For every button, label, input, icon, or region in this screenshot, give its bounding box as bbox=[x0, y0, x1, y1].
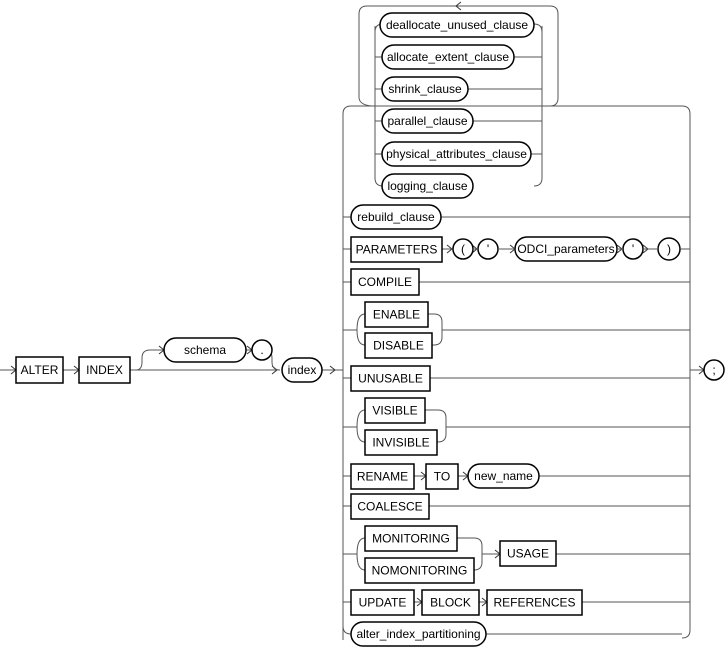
invisible-label: INVISIBLE bbox=[372, 436, 429, 450]
odci-parameters-label: ODCI_parameters bbox=[517, 242, 614, 256]
syntax-diagram: ALTER INDEX schema . index ; deallocate_… bbox=[0, 1, 725, 647]
physical-attributes-label: physical_attributes_clause bbox=[386, 147, 527, 161]
open-paren-label: ( bbox=[461, 242, 465, 256]
usage-label: USAGE bbox=[507, 547, 549, 561]
schema-label: schema bbox=[184, 343, 226, 357]
monitoring-label: MONITORING bbox=[372, 532, 450, 546]
close-quote-label: ' bbox=[632, 242, 634, 256]
to-label: TO bbox=[434, 470, 450, 484]
references-label: REFERENCES bbox=[493, 596, 575, 610]
unusable-label: UNUSABLE bbox=[358, 372, 423, 386]
new-name-label: new_name bbox=[474, 469, 533, 483]
visible-label: VISIBLE bbox=[372, 404, 417, 418]
update-label: UPDATE bbox=[359, 596, 407, 610]
compile-label: COMPILE bbox=[358, 275, 412, 289]
semicolon-label: ; bbox=[712, 363, 715, 377]
parameters-label: PARAMETERS bbox=[356, 243, 438, 257]
alter-index-partitioning-label: alter_index_partitioning bbox=[356, 627, 480, 641]
close-paren-label: ) bbox=[667, 242, 671, 256]
index-label: index bbox=[288, 363, 317, 377]
logging-label: logging_clause bbox=[387, 179, 467, 193]
parallel-label: parallel_clause bbox=[387, 114, 467, 128]
deallocate-unused-label: deallocate_unused_clause bbox=[386, 18, 528, 32]
open-quote-label: ' bbox=[487, 242, 489, 256]
rebuild-label: rebuild_clause bbox=[357, 210, 435, 224]
nomonitoring-label: NOMONITORING bbox=[372, 564, 468, 578]
shrink-label: shrink_clause bbox=[388, 82, 462, 96]
allocate-extent-label: allocate_extent_clause bbox=[387, 50, 509, 64]
rename-label: RENAME bbox=[357, 470, 408, 484]
disable-label: DISABLE bbox=[373, 339, 424, 353]
block-label: BLOCK bbox=[430, 596, 471, 610]
coalesce-label: COALESCE bbox=[357, 500, 422, 514]
alter-label: ALTER bbox=[21, 363, 59, 377]
enable-label: ENABLE bbox=[373, 308, 420, 322]
dot-label: . bbox=[260, 343, 263, 357]
index-keyword-label: INDEX bbox=[86, 363, 123, 377]
